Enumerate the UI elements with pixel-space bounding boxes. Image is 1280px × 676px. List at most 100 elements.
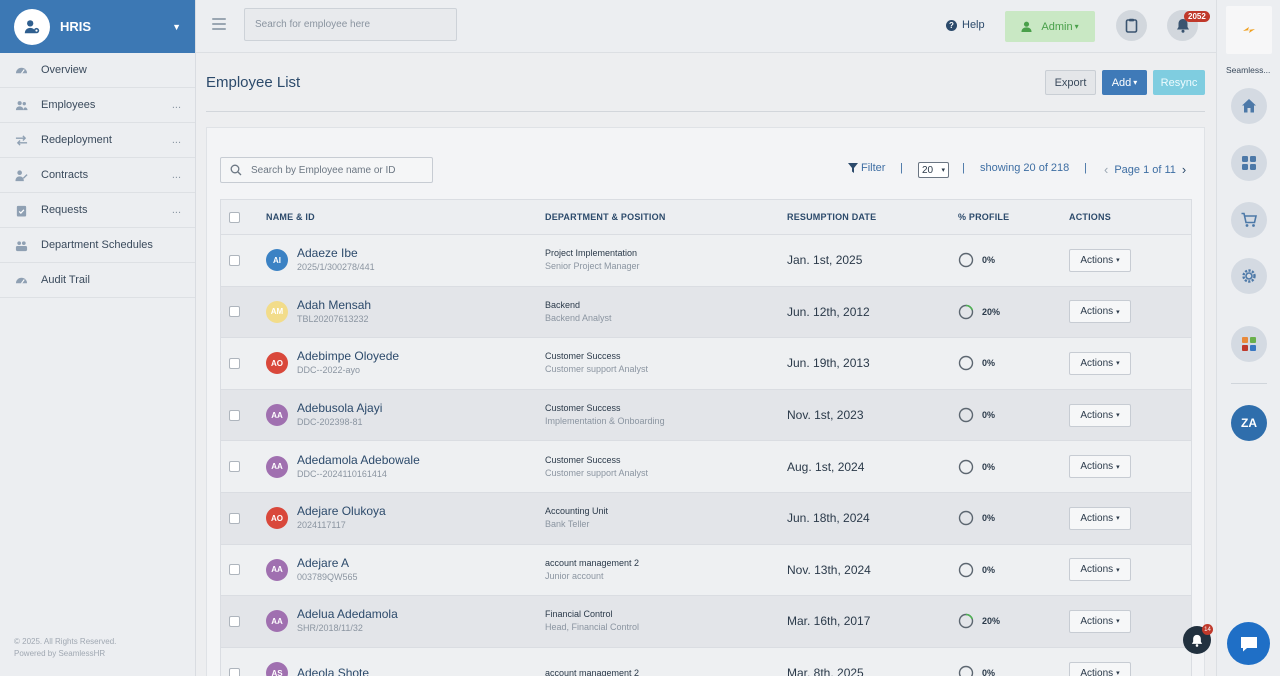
menu-icon[interactable]	[212, 18, 226, 30]
help-link[interactable]: ? Help	[946, 19, 985, 31]
sidebar: HRIS ▼ Overview Employees... Redeployment.…	[0, 0, 196, 676]
employee-name[interactable]: Adelua Adedamola	[297, 607, 398, 622]
user-avatar[interactable]: ZA	[1231, 405, 1267, 441]
employee-name[interactable]: Adebusola Ajayi	[297, 401, 382, 416]
clipboard-check-icon	[14, 203, 28, 217]
sidebar-item-contracts[interactable]: Contracts...	[0, 158, 195, 193]
table-row[interactable]: AS Adeola Shote account management 2 Mar. 8…	[221, 647, 1191, 676]
department: account management 2	[545, 667, 640, 676]
swap-icon	[14, 133, 28, 147]
department: Customer Success	[545, 403, 621, 414]
chevron-right-icon[interactable]: ›	[1182, 162, 1186, 177]
row-checkbox[interactable]	[229, 409, 240, 421]
chevron-down-icon[interactable]: ▼	[172, 22, 181, 32]
brand-header[interactable]: HRIS ▼	[0, 0, 195, 53]
sidebar-item-label: Contracts	[41, 169, 89, 181]
row-checkbox[interactable]	[229, 254, 240, 266]
actions-button[interactable]: Actions ▾	[1069, 455, 1131, 479]
seamless-logo-icon[interactable]	[1226, 6, 1272, 54]
employee-avatar: AM	[266, 300, 288, 323]
clipboard-icon[interactable]	[1116, 10, 1147, 41]
chevron-left-icon[interactable]: ‹	[1104, 162, 1108, 177]
resumption-date: Mar. 8th, 2025	[787, 666, 864, 676]
search-icon	[230, 164, 242, 176]
profile-progress-ring	[958, 253, 974, 268]
table-row[interactable]: AA Adedamola Adebowale DDC--2024110161414 C…	[221, 441, 1191, 493]
row-checkbox[interactable]	[229, 512, 240, 524]
employee-name[interactable]: Adaeze Ibe	[297, 246, 375, 261]
sidebar-item-overview[interactable]: Overview	[0, 53, 195, 88]
home-icon[interactable]	[1231, 88, 1267, 124]
more-options-icon[interactable]: ...	[172, 99, 181, 111]
table-row[interactable]: AO Adebimpe Oloyede DDC--2022-ayo Customer …	[221, 338, 1191, 390]
per-page-select[interactable]: 20 ▾	[918, 162, 949, 178]
chat-icon[interactable]	[1227, 622, 1270, 665]
table-row[interactable]: AA Adebusola Ajayi DDC-202398-81 Customer S…	[221, 389, 1191, 442]
row-checkbox[interactable]	[229, 667, 240, 676]
actions-label: Actions	[1080, 254, 1114, 266]
actions-button[interactable]: Actions ▾	[1069, 351, 1131, 375]
employee-avatar: AA	[266, 455, 288, 478]
more-options-icon[interactable]: ...	[172, 204, 181, 216]
admin-button[interactable]: Admin ▾	[1005, 11, 1095, 42]
filter-button[interactable]: Filter	[848, 162, 885, 174]
more-options-icon[interactable]: ...	[172, 134, 181, 146]
table-row[interactable]: AM Adah Mensah TBL20207613232 Backend Backen…	[221, 286, 1191, 339]
sidebar-item-department-schedules[interactable]: Department Schedules	[0, 228, 195, 263]
export-button[interactable]: Export	[1045, 70, 1096, 95]
add-button[interactable]: Add ▾	[1102, 70, 1147, 95]
floating-bell-icon[interactable]: 14	[1183, 624, 1213, 654]
employee-id: TBL20207613232	[297, 313, 369, 324]
employee-search-input[interactable]	[244, 8, 457, 41]
settings-icon[interactable]	[1231, 258, 1267, 294]
employee-name[interactable]: Adeola Shote	[297, 666, 369, 676]
row-checkbox[interactable]	[229, 357, 240, 369]
actions-button[interactable]: Actions ▾	[1069, 661, 1131, 676]
sidebar-item-employees[interactable]: Employees...	[0, 88, 195, 123]
grid-icon[interactable]	[1231, 145, 1267, 181]
row-checkbox[interactable]	[229, 306, 240, 318]
actions-button[interactable]: Actions ▾	[1069, 506, 1131, 530]
more-options-icon[interactable]: ...	[172, 169, 181, 181]
sidebar-item-redeployment[interactable]: Redeployment...	[0, 123, 195, 158]
resync-button[interactable]: Resync	[1153, 70, 1205, 95]
department: Accounting Unit	[545, 506, 609, 517]
employee-avatar: AO	[266, 507, 288, 530]
table-row[interactable]: AI Adaeze Ibe 2025/1/300278/441 Project Imp…	[221, 235, 1191, 287]
actions-button[interactable]: Actions ▾	[1069, 403, 1131, 427]
user-contract-icon	[14, 168, 28, 182]
profile-progress-ring	[958, 511, 974, 526]
employee-name[interactable]: Adejare Olukoya	[297, 504, 386, 519]
table-row[interactable]: AA Adelua Adedamola SHR/2018/11/32 Financia…	[221, 596, 1191, 648]
employee-name[interactable]: Adedamola Adebowale	[297, 453, 420, 468]
employee-name[interactable]: Adah Mensah	[297, 298, 371, 313]
user-icon	[1021, 21, 1032, 32]
column-header: NAME & ID	[266, 212, 315, 222]
cart-icon[interactable]	[1231, 202, 1267, 238]
actions-button[interactable]: Actions ▾	[1069, 300, 1131, 324]
table-row[interactable]: AO Adejare Olukoya 2024117117 Accounting Un…	[221, 492, 1191, 545]
help-label: Help	[962, 19, 985, 31]
dashboard-icon	[14, 273, 28, 287]
sidebar-item-requests[interactable]: Requests...	[0, 193, 195, 228]
employee-name[interactable]: Adebimpe Oloyede	[297, 349, 399, 364]
employee-avatar: AA	[266, 558, 288, 581]
row-checkbox[interactable]	[229, 564, 240, 576]
table-search-input[interactable]	[251, 164, 421, 176]
actions-button[interactable]: Actions ▾	[1069, 609, 1131, 633]
employee-name[interactable]: Adejare A	[297, 556, 358, 571]
actions-button[interactable]: Actions ▾	[1069, 558, 1131, 582]
actions-label: Actions	[1080, 357, 1114, 369]
table-search[interactable]	[220, 157, 433, 183]
actions-button[interactable]: Actions ▾	[1069, 248, 1131, 272]
row-checkbox[interactable]	[229, 615, 240, 627]
powered-by-text: Powered by SeamlessHR	[14, 649, 106, 658]
apps-icon[interactable]	[1231, 326, 1267, 362]
table-row[interactable]: AA Adejare A 003789QW565 account management…	[221, 544, 1191, 597]
select-all-checkbox[interactable]	[229, 211, 240, 223]
employee-avatar: AO	[266, 352, 288, 375]
sidebar-nav: Overview Employees... Redeployment... Contr…	[0, 53, 195, 298]
sidebar-item-audit-trail[interactable]: Audit Trail	[0, 263, 195, 298]
row-checkbox[interactable]	[229, 461, 240, 473]
department: account management 2	[545, 557, 640, 568]
